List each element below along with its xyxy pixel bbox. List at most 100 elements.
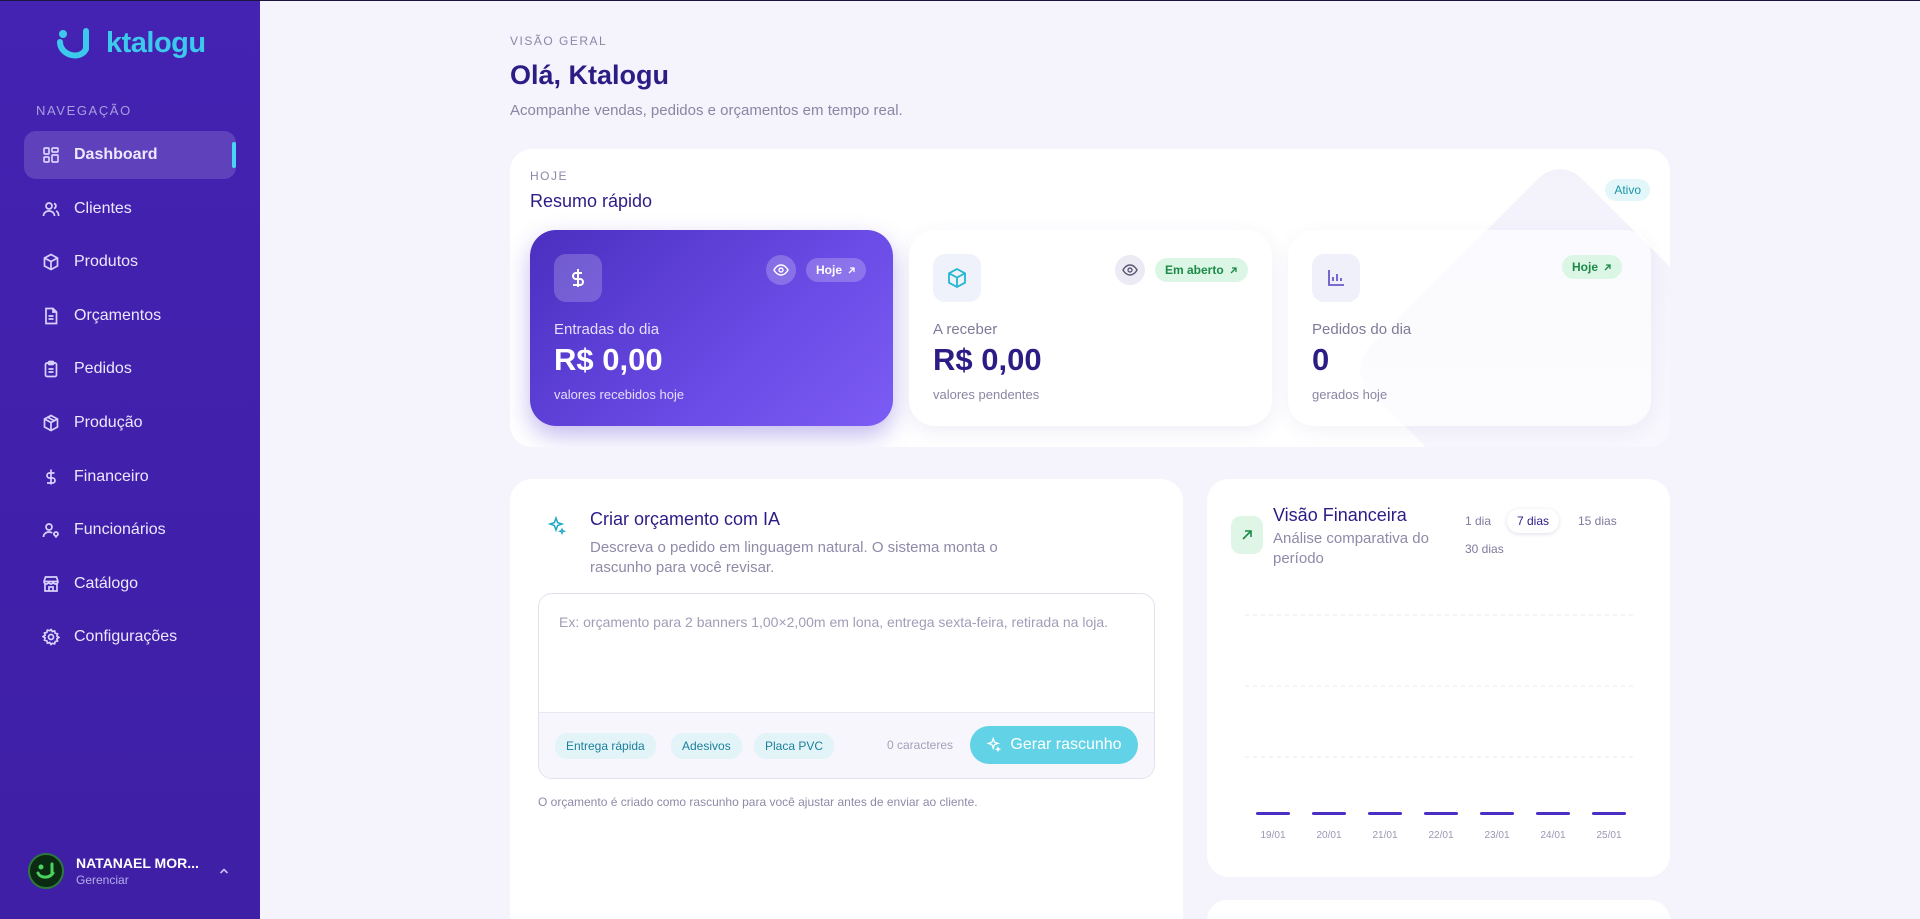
card-entradas-do-dia[interactable]: Hoje Entradas do dia R$ 0,00 valores rec… — [530, 230, 893, 426]
page-subtitle: Acompanhe vendas, pedidos e orçamentos e… — [510, 102, 903, 119]
sidebar-item-label: Produção — [74, 413, 143, 431]
suggestion-chip[interactable]: Adesivos — [671, 733, 742, 759]
sidebar-item-dashboard[interactable]: Dashboard — [24, 131, 236, 179]
status-badge: Ativo — [1605, 179, 1650, 201]
chart-x-tick-label: 25/01 — [1596, 830, 1621, 841]
financial-overview-panel: Visão Financeira Análise comparativa do … — [1207, 479, 1670, 877]
card-note: valores recebidos hoje — [554, 387, 685, 402]
ai-panel-description: Descreva o pedido em linguagem natural. … — [590, 539, 998, 576]
chart-grid — [1245, 614, 1637, 758]
chart-x-tick-label: 19/01 — [1260, 830, 1285, 841]
eye-icon[interactable] — [766, 255, 796, 285]
window-top-border — [0, 0, 1920, 1]
tab-30-dias[interactable]: 30 dias — [1455, 537, 1514, 561]
summary-title: Resumo rápido — [530, 191, 653, 211]
sidebar-item-financeiro[interactable]: Financeiro — [24, 453, 236, 501]
ai-panel-title: Criar orçamento com IA — [590, 509, 781, 529]
chart-bar — [1592, 812, 1626, 815]
users-icon — [42, 200, 60, 218]
clipboard-icon — [42, 360, 60, 378]
sidebar: ktalogu NAVEGAÇÃO Dashboard Clientes Pro… — [0, 1, 260, 919]
bar-chart-icon — [1312, 254, 1360, 302]
app-logo[interactable]: ktalogu — [56, 25, 206, 61]
sparkle-icon — [986, 737, 1002, 753]
gear-icon — [42, 628, 60, 647]
ai-prompt-box: Ex: orçamento para 2 banners 1,00×2,00m … — [538, 593, 1155, 779]
chart-bar — [1424, 812, 1458, 815]
chart-x-labels: 19/01 20/01 21/01 22/01 23/01 24/01 25/01 — [1260, 830, 1621, 841]
sidebar-item-clientes[interactable]: Clientes — [24, 185, 236, 233]
arrow-up-right-icon — [1604, 263, 1611, 270]
dollar-icon — [554, 254, 602, 302]
card-value: R$ 0,00 — [554, 342, 663, 377]
sidebar-nav: Dashboard Clientes Produtos Orçamentos P… — [24, 131, 236, 667]
sidebar-item-label: Orçamentos — [74, 306, 162, 324]
tab-1-dia[interactable]: 1 dia — [1455, 509, 1501, 533]
chart-bar — [1368, 812, 1402, 815]
avatar — [28, 853, 64, 889]
summary-eyebrow: HOJE — [530, 169, 569, 183]
sidebar-item-label: Pedidos — [74, 360, 132, 378]
chart-bar — [1312, 812, 1346, 815]
chart-x-tick-label: 23/01 — [1484, 830, 1509, 841]
sidebar-item-pedidos[interactable]: Pedidos — [24, 345, 236, 393]
avatar-smile-icon — [36, 862, 55, 879]
suggestion-chip[interactable]: Entrega rápida — [555, 733, 656, 759]
card-badge-label: Hoje — [1572, 260, 1599, 274]
sidebar-item-catalogo[interactable]: Catálogo — [24, 560, 236, 608]
chart-bar — [1480, 812, 1514, 815]
card-badge[interactable]: Hoje — [1562, 255, 1623, 279]
user-subtitle: Gerenciar — [76, 873, 129, 887]
sidebar-item-label: Produtos — [74, 253, 139, 271]
char-counter: 0 caracteres — [887, 738, 954, 752]
card-pedidos-do-dia[interactable]: Hoje Pedidos do dia 0 gerados hoje — [1288, 230, 1651, 426]
card-note: valores pendentes — [933, 387, 1040, 402]
suggestion-chip[interactable]: Placa PVC — [754, 733, 835, 759]
chart-bar — [1256, 812, 1290, 815]
generate-draft-button[interactable]: Gerar rascunho — [970, 726, 1138, 764]
sidebar-item-funcionarios[interactable]: Funcionários — [24, 506, 236, 554]
sidebar-item-label: Catálogo — [74, 574, 139, 592]
tab-7-dias[interactable]: 7 dias — [1507, 509, 1560, 533]
chart-x-tick-label: 22/01 — [1428, 830, 1453, 841]
secondary-panel — [1207, 900, 1670, 919]
box-icon — [42, 253, 60, 271]
sidebar-item-produtos[interactable]: Produtos — [24, 238, 236, 286]
sidebar-item-label: Dashboard — [74, 146, 158, 163]
card-label: Entradas do dia — [554, 321, 660, 338]
user-menu[interactable]: NATANAEL MOR... Gerenciar — [28, 852, 234, 890]
logo-text: ktalogu — [106, 26, 206, 59]
financial-title: Visão Financeira — [1273, 505, 1407, 525]
chart-bar — [1536, 812, 1570, 815]
tab-15-dias[interactable]: 15 dias — [1568, 509, 1627, 533]
ai-prompt-footer: Entrega rápida Adesivos Placa PVC 0 cara… — [539, 712, 1154, 778]
chevron-up-icon[interactable] — [218, 864, 230, 882]
arrow-up-right-icon — [1230, 266, 1237, 273]
card-badge-label: Hoje — [816, 263, 843, 277]
chart-x-tick-label: 24/01 — [1540, 830, 1565, 841]
card-a-receber[interactable]: Em aberto A receber R$ 0,00 valores pend… — [909, 230, 1272, 426]
sidebar-item-label: Financeiro — [74, 467, 149, 485]
store-icon — [42, 575, 60, 593]
financial-subtitle: Análise comparativa do período — [1273, 530, 1429, 567]
card-badge[interactable]: Hoje — [806, 258, 867, 282]
logo-mark-icon — [56, 25, 102, 61]
card-badge[interactable]: Em aberto — [1155, 258, 1248, 282]
sidebar-item-configuracoes[interactable]: Configurações — [24, 613, 236, 661]
ai-prompt-input[interactable]: Ex: orçamento para 2 banners 1,00×2,00m … — [559, 612, 1129, 632]
arrow-up-right-icon — [848, 266, 855, 273]
quick-summary-panel: HOJE Resumo rápido Ativo Hoje Entradas d… — [510, 149, 1670, 447]
sidebar-item-label: Clientes — [74, 199, 132, 217]
card-value: 0 — [1312, 342, 1330, 377]
eye-icon[interactable] — [1115, 255, 1145, 285]
nav-section-title: NAVEGAÇÃO — [36, 103, 132, 118]
sidebar-item-producao[interactable]: Produção — [24, 399, 236, 447]
page-title: Olá, Ktalogu — [510, 60, 670, 90]
card-value: R$ 0,00 — [933, 342, 1042, 377]
ai-quote-panel: Criar orçamento com IA Descreva o pedido… — [510, 479, 1183, 919]
sidebar-item-label: Configurações — [74, 628, 178, 646]
financial-chart: 19/01 20/01 21/01 22/01 23/01 24/01 25/01 — [1245, 614, 1637, 841]
user-name: NATANAEL MOR... — [76, 855, 199, 871]
sparkle-icon — [547, 515, 567, 541]
sidebar-item-orcamentos[interactable]: Orçamentos — [24, 292, 236, 340]
